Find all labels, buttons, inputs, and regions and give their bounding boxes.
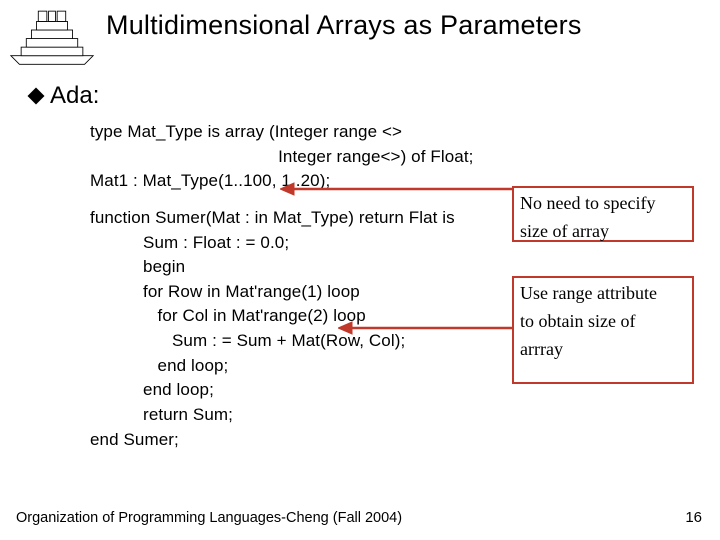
stacked-levels-icon xyxy=(8,6,96,66)
diamond-bullet-icon xyxy=(28,88,45,105)
slide-body: Ada: type Mat_Type is array (Integer ran… xyxy=(0,66,720,452)
code-line: Integer range<>) of Float; xyxy=(90,145,700,170)
callout-text: arrray xyxy=(520,336,686,364)
arrow-icon xyxy=(280,179,512,199)
slide-title: Multidimensional Arrays as Parameters xyxy=(106,6,582,41)
arrow-icon xyxy=(338,318,512,338)
footer-text: Organization of Programming Languages-Ch… xyxy=(16,510,402,526)
callout-text: No need to specify xyxy=(520,190,686,218)
page-number: 16 xyxy=(685,509,702,526)
callout-text: size of array xyxy=(520,218,686,246)
code-line: end Sumer; xyxy=(90,428,700,453)
code-line: type Mat_Type is array (Integer range <> xyxy=(90,120,700,145)
callout-box-1: No need to specify size of array xyxy=(512,186,694,242)
slide-header: Multidimensional Arrays as Parameters xyxy=(0,0,720,66)
callout-text: Use range attribute xyxy=(520,280,686,308)
callout-box-2: Use range attribute to obtain size of ar… xyxy=(512,276,694,384)
bullet-item: Ada: xyxy=(34,82,700,110)
callout-text: to obtain size of xyxy=(520,308,686,336)
code-line: return Sum; xyxy=(90,403,700,428)
bullet-text: Ada: xyxy=(50,82,99,110)
